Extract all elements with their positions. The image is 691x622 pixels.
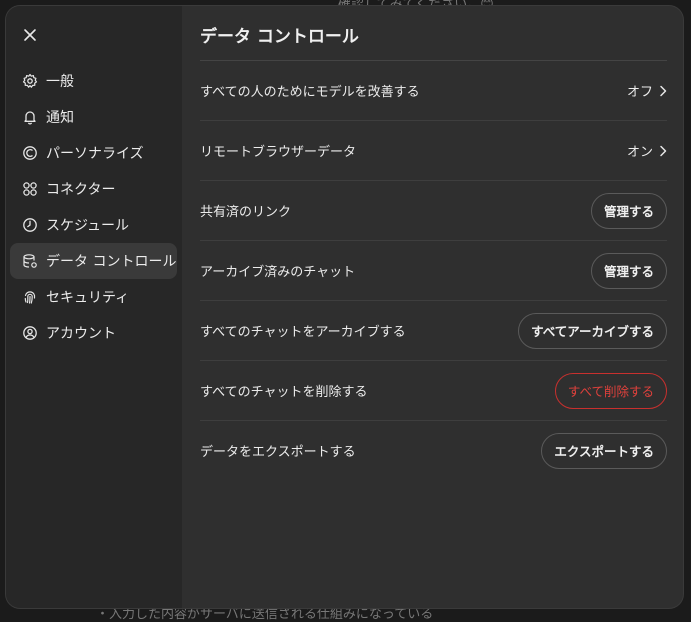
- setting-row-export-data: データをエクスポートする エクスポートする: [200, 421, 667, 480]
- manage-archived-chats-button[interactable]: 管理する: [590, 252, 667, 289]
- sidebar-item-account[interactable]: アカウント: [10, 315, 177, 351]
- setting-label: すべてのチャットを削除する: [200, 385, 368, 400]
- personalize-icon: [22, 145, 38, 161]
- sidebar-item-label: アカウント: [46, 326, 116, 342]
- setting-row-remote-browser-data: リモートブラウザーデータ オン: [200, 121, 667, 181]
- settings-nav: 一般 通知 パーソナライズ コネクター スケジュール データ コントロール セキ…: [10, 63, 177, 351]
- setting-row-delete-all: すべてのチャットを削除する すべて削除する: [200, 361, 667, 421]
- close-button[interactable]: [20, 25, 40, 45]
- sidebar-item-personalize[interactable]: パーソナライズ: [10, 135, 177, 171]
- setting-label: リモートブラウザーデータ: [200, 145, 357, 160]
- chevron-right-icon: [660, 145, 667, 156]
- sidebar-item-label: パーソナライズ: [46, 146, 144, 162]
- export-data-button[interactable]: エクスポートする: [541, 432, 667, 469]
- setting-row-shared-links: 共有済のリンク 管理する: [200, 181, 667, 241]
- setting-label: すべての人のためにモデルを改善する: [200, 85, 420, 100]
- setting-row-archived-chats: アーカイブ済みのチャット 管理する: [200, 241, 667, 301]
- sidebar-item-label: セキュリティ: [46, 290, 130, 306]
- sidebar-item-label: コネクター: [46, 182, 116, 198]
- sidebar-item-security[interactable]: セキュリティ: [10, 279, 177, 315]
- sidebar-item-label: 一般: [46, 74, 74, 90]
- archive-all-button[interactable]: すべてアーカイブする: [518, 312, 667, 349]
- chevron-right-icon: [660, 85, 667, 96]
- sidebar-item-schedule[interactable]: スケジュール: [10, 207, 177, 243]
- setting-value: オン: [626, 145, 653, 160]
- page-title: データ コントロール: [200, 6, 667, 61]
- sidebar-item-general[interactable]: 一般: [10, 63, 177, 99]
- setting-value: オフ: [626, 85, 653, 100]
- settings-modal: 一般 通知 パーソナライズ コネクター スケジュール データ コントロール セキ…: [6, 6, 683, 608]
- setting-label: アーカイブ済みのチャット: [200, 265, 356, 280]
- sidebar-item-notifications[interactable]: 通知: [10, 99, 177, 135]
- setting-row-archive-all: すべてのチャットをアーカイブする すべてアーカイブする: [200, 301, 667, 361]
- gear-icon: [22, 73, 38, 89]
- improve-model-dropdown[interactable]: オフ: [627, 81, 667, 100]
- setting-label: すべてのチャットをアーカイブする: [200, 325, 406, 340]
- setting-label: データをエクスポートする: [200, 445, 356, 460]
- settings-sidebar: 一般 通知 パーソナライズ コネクター スケジュール データ コントロール セキ…: [6, 6, 182, 608]
- clock-icon: [22, 217, 38, 233]
- database-gear-icon: [22, 253, 38, 269]
- sidebar-item-connectors[interactable]: コネクター: [10, 171, 177, 207]
- sidebar-item-data-controls[interactable]: データ コントロール: [10, 243, 177, 279]
- bell-icon: [22, 109, 38, 125]
- sidebar-item-label: スケジュール: [46, 218, 130, 234]
- sidebar-item-label: 通知: [46, 110, 74, 126]
- connector-icon: [22, 181, 38, 197]
- delete-all-button[interactable]: すべて削除する: [554, 372, 667, 409]
- user-circle-icon: [22, 325, 38, 341]
- fingerprint-icon: [22, 289, 38, 305]
- setting-label: 共有済のリンク: [200, 205, 292, 220]
- settings-content: データ コントロール すべての人のためにモデルを改善する オフ リモートブラウザ…: [182, 6, 683, 608]
- setting-row-improve-model: すべての人のためにモデルを改善する オフ: [200, 61, 667, 121]
- close-icon: [24, 29, 36, 41]
- remote-browser-data-dropdown[interactable]: オン: [627, 141, 667, 160]
- manage-shared-links-button[interactable]: 管理する: [590, 192, 667, 229]
- sidebar-item-label: データ コントロール: [46, 254, 177, 270]
